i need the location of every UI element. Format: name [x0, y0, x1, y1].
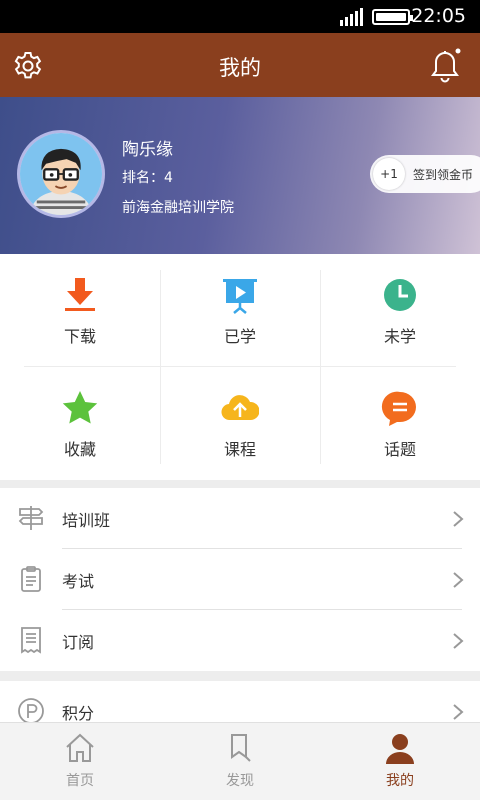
- grid-item-learned[interactable]: 已学: [160, 254, 320, 367]
- battery-icon: [372, 9, 413, 25]
- menu-item-exam[interactable]: 考试: [0, 549, 480, 610]
- grid-item-unlearned[interactable]: 未学: [320, 254, 480, 367]
- menu-item-subscription[interactable]: 订阅: [0, 610, 480, 671]
- bottom-tab-bar: 首页 发现 我的: [0, 722, 480, 800]
- user-icon: [386, 734, 414, 764]
- header-bar: 我的: [0, 33, 480, 97]
- clock-icon: [384, 279, 416, 311]
- cloud-upload-icon: [221, 395, 259, 421]
- grid-item-label: 收藏: [63, 440, 96, 459]
- grid-item-favorites[interactable]: 收藏: [0, 367, 160, 480]
- grid-item-label: 已学: [223, 327, 256, 346]
- chevron-right-icon: [453, 633, 464, 649]
- receipt-icon: [21, 627, 41, 654]
- menu-item-training-class[interactable]: 培训班: [0, 488, 480, 549]
- signpost-icon: [18, 506, 44, 530]
- function-grid: 下载 已学 未学 收藏 课程 话题: [0, 254, 480, 480]
- tab-label: 我的: [386, 773, 414, 789]
- signin-button[interactable]: +1 签到领金币: [370, 155, 480, 193]
- page-title: 我的: [219, 56, 261, 80]
- signin-badge: +1: [373, 158, 405, 190]
- profile-banner: 陶乐缘 排名：4 前海金融培训学院 +1 签到领金币: [0, 97, 480, 254]
- bookmark-icon: [231, 734, 251, 762]
- tab-label: 首页: [66, 773, 94, 789]
- user-rank: 排名：4: [122, 170, 173, 186]
- chevron-right-icon: [453, 704, 464, 720]
- star-icon: [62, 391, 98, 424]
- menu-item-label: 考试: [62, 572, 95, 591]
- download-icon: [65, 278, 95, 311]
- signin-label: 签到领金币: [413, 168, 474, 182]
- avatar[interactable]: [17, 130, 105, 218]
- notification-bell-icon[interactable]: [428, 47, 462, 83]
- menu-item-label: 订阅: [62, 633, 95, 652]
- cartoon-avatar-icon: [20, 133, 102, 215]
- grid-item-label: 下载: [63, 327, 96, 346]
- presentation-play-icon: [223, 279, 257, 314]
- grid-item-download[interactable]: 下载: [0, 254, 160, 367]
- chat-bubble-icon: [381, 391, 416, 426]
- tab-discover[interactable]: 发现: [160, 723, 320, 800]
- user-school: 前海金融培训学院: [122, 200, 234, 216]
- clipboard-icon: [21, 566, 41, 592]
- grid-item-topics[interactable]: 话题: [320, 367, 480, 480]
- user-name: 陶乐缘: [122, 140, 173, 160]
- status-time: 22:05: [411, 5, 466, 27]
- grid-item-label: 未学: [383, 327, 416, 346]
- status-bar: 22:05: [0, 0, 480, 33]
- menu-item-label: 积分: [62, 704, 95, 723]
- grid-item-courses[interactable]: 课程: [160, 367, 320, 480]
- menu-item-label: 培训班: [62, 511, 111, 530]
- home-icon: [66, 733, 94, 762]
- chevron-right-icon: [453, 572, 464, 588]
- tab-mine[interactable]: 我的: [320, 723, 480, 800]
- tab-label: 发现: [226, 773, 254, 789]
- points-icon: [18, 698, 44, 724]
- chevron-right-icon: [453, 511, 464, 527]
- grid-item-label: 话题: [383, 440, 416, 459]
- menu-list: 培训班 考试 订阅: [0, 488, 480, 671]
- grid-item-label: 课程: [223, 440, 256, 459]
- tab-home[interactable]: 首页: [0, 723, 160, 800]
- signal-icon: [340, 8, 364, 26]
